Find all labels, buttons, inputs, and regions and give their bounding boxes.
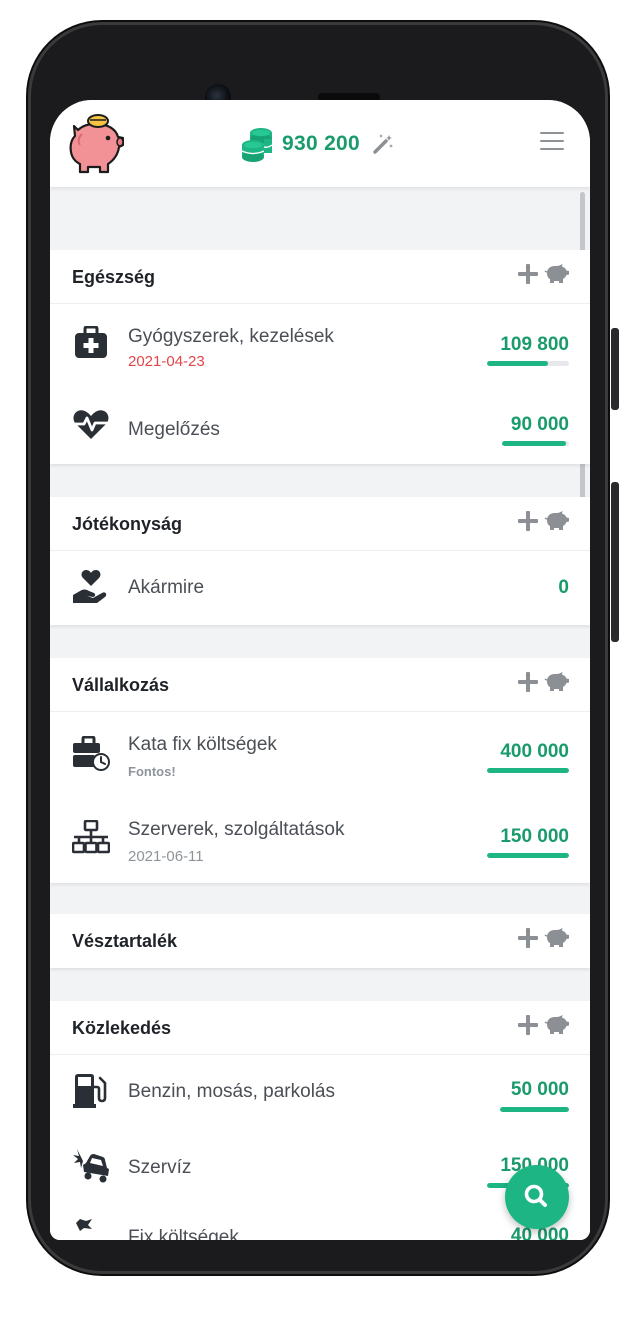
envelope-amount: 90 000: [510, 414, 569, 435]
envelope-progress-bar: [487, 853, 569, 858]
envelope-amount: 0: [558, 577, 569, 598]
envelope-amount: 150 000: [500, 826, 569, 847]
category-card-vallalkozas: Vállalkozás Kata fix költségek Fontos! 4…: [50, 658, 590, 883]
envelope-row[interactable]: Gyógyszerek, kezelések 2021-04-23 109 80…: [50, 304, 590, 384]
envelope-progress-bar: [502, 441, 569, 446]
envelope-row[interactable]: Kata fix költségek Fontos! 400 000: [50, 712, 590, 798]
envelope-label: Gyógyszerek, kezelések: [128, 326, 334, 347]
add-envelope-icon[interactable]: [517, 263, 539, 285]
envelope-label: Szerverek, szolgáltatások: [128, 819, 345, 840]
coins-stack-icon: [241, 128, 273, 162]
category-title: Közlekedés: [72, 1018, 172, 1038]
heartbeat-icon: [73, 410, 109, 439]
envelope-progress-bar: [487, 361, 569, 366]
car-side-icon: [76, 1219, 92, 1231]
piggy-bank-icon[interactable]: [544, 510, 570, 532]
envelope-amount: 400 000: [500, 741, 569, 762]
business-time-icon: [73, 736, 110, 771]
envelope-date: 2021-04-23: [128, 353, 205, 370]
piggy-bank-logo[interactable]: [68, 112, 124, 174]
network-wired-icon: [72, 820, 110, 854]
envelope-progress-bar: [487, 768, 569, 773]
envelope-label: Megelőzés: [128, 419, 220, 440]
hand-holding-heart-icon: [73, 570, 107, 603]
car-crash-icon: [73, 1149, 109, 1183]
category-title: Egészség: [72, 267, 156, 287]
add-envelope-icon[interactable]: [517, 927, 539, 949]
progress-fill: [502, 441, 566, 446]
magic-wand-icon[interactable]: [372, 133, 394, 155]
add-envelope-icon[interactable]: [517, 510, 539, 532]
envelope-row[interactable]: Benzin, mosás, parkolás 50 000: [50, 1055, 590, 1131]
volume-button: [611, 482, 619, 642]
search-icon: [524, 1184, 547, 1207]
piggy-bank-icon[interactable]: [544, 1014, 570, 1036]
envelope-label: Kata fix költségek: [128, 734, 277, 755]
app-screen: 930 200 Egészség Gyógyszerek, kezelések …: [50, 100, 590, 1240]
add-envelope-icon[interactable]: [517, 1014, 539, 1036]
category-title: Jótékonyság: [72, 514, 183, 534]
envelope-label: Akármire: [128, 577, 205, 598]
balance-display[interactable]: 930 200: [240, 126, 394, 162]
search-button[interactable]: [505, 1165, 569, 1229]
piggy-bank-icon[interactable]: [544, 927, 570, 949]
envelope-row[interactable]: Megelőzés 90 000: [50, 384, 590, 464]
progress-fill: [487, 768, 569, 773]
envelope-amount: 50 000: [510, 1079, 569, 1100]
envelope-amount: 109 800: [500, 334, 569, 355]
category-card-vesztartalek: Vésztartalék: [50, 914, 590, 968]
gas-pump-icon: [73, 1074, 107, 1108]
envelope-row[interactable]: Akármire 0: [50, 551, 590, 625]
hamburger-menu-icon[interactable]: [540, 132, 564, 152]
envelope-label: Benzin, mosás, parkolás: [128, 1081, 335, 1102]
envelope-note: Fontos!: [128, 764, 176, 779]
envelope-row[interactable]: Szerverek, szolgáltatások 2021-06-11 150…: [50, 798, 590, 882]
envelope-progress-bar: [500, 1107, 569, 1112]
add-envelope-icon[interactable]: [517, 671, 539, 693]
piggy-bank-icon[interactable]: [544, 671, 570, 693]
envelope-label: Fix költségek: [128, 1227, 239, 1240]
balance-amount: 930 200: [282, 132, 361, 155]
category-title: Vállalkozás: [72, 675, 170, 695]
power-button: [611, 328, 619, 410]
app-header: 930 200: [50, 100, 590, 187]
category-card-jotekonysag: Jótékonyság Akármire 0: [50, 497, 590, 625]
progress-fill: [487, 361, 548, 366]
progress-fill: [487, 853, 569, 858]
envelope-label: Szervíz: [128, 1157, 192, 1178]
envelope-date: 2021-06-11: [128, 848, 204, 865]
category-title: Vésztartalék: [72, 931, 178, 951]
piggy-bank-icon[interactable]: [544, 263, 570, 285]
first-aid-kit-icon: [75, 326, 107, 358]
category-card-egeszseg: Egészség Gyógyszerek, kezelések 2021-04-…: [50, 250, 590, 464]
progress-fill: [500, 1107, 569, 1112]
